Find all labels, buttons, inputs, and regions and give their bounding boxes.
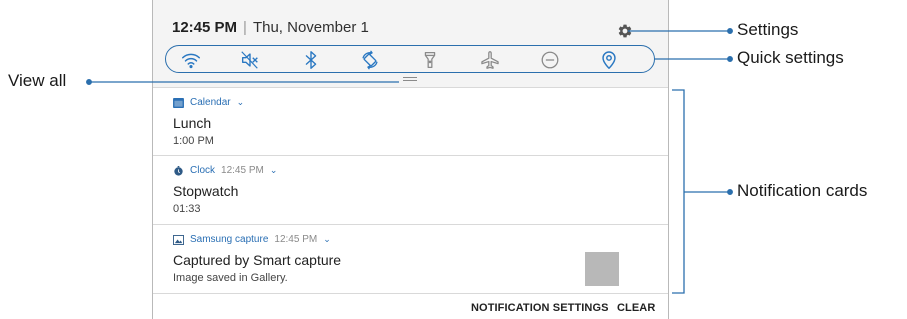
screenshot-stage: 12:45 PM | Thu, November 1 Calendar ⌄ Lu… (0, 0, 907, 319)
quick-settings-callout-label: Quick settings (737, 48, 844, 67)
notification-cards-callout-dot (727, 189, 733, 195)
settings-callout-dot (727, 28, 733, 34)
settings-callout-label: Settings (737, 20, 799, 39)
view-all-callout-dot (86, 79, 92, 85)
view-all-callout-label: View all (8, 71, 67, 90)
notification-cards-callout-label: Notification cards (737, 181, 868, 200)
quick-settings-callout-dot (727, 56, 733, 62)
notification-cards-bracket (672, 89, 685, 294)
